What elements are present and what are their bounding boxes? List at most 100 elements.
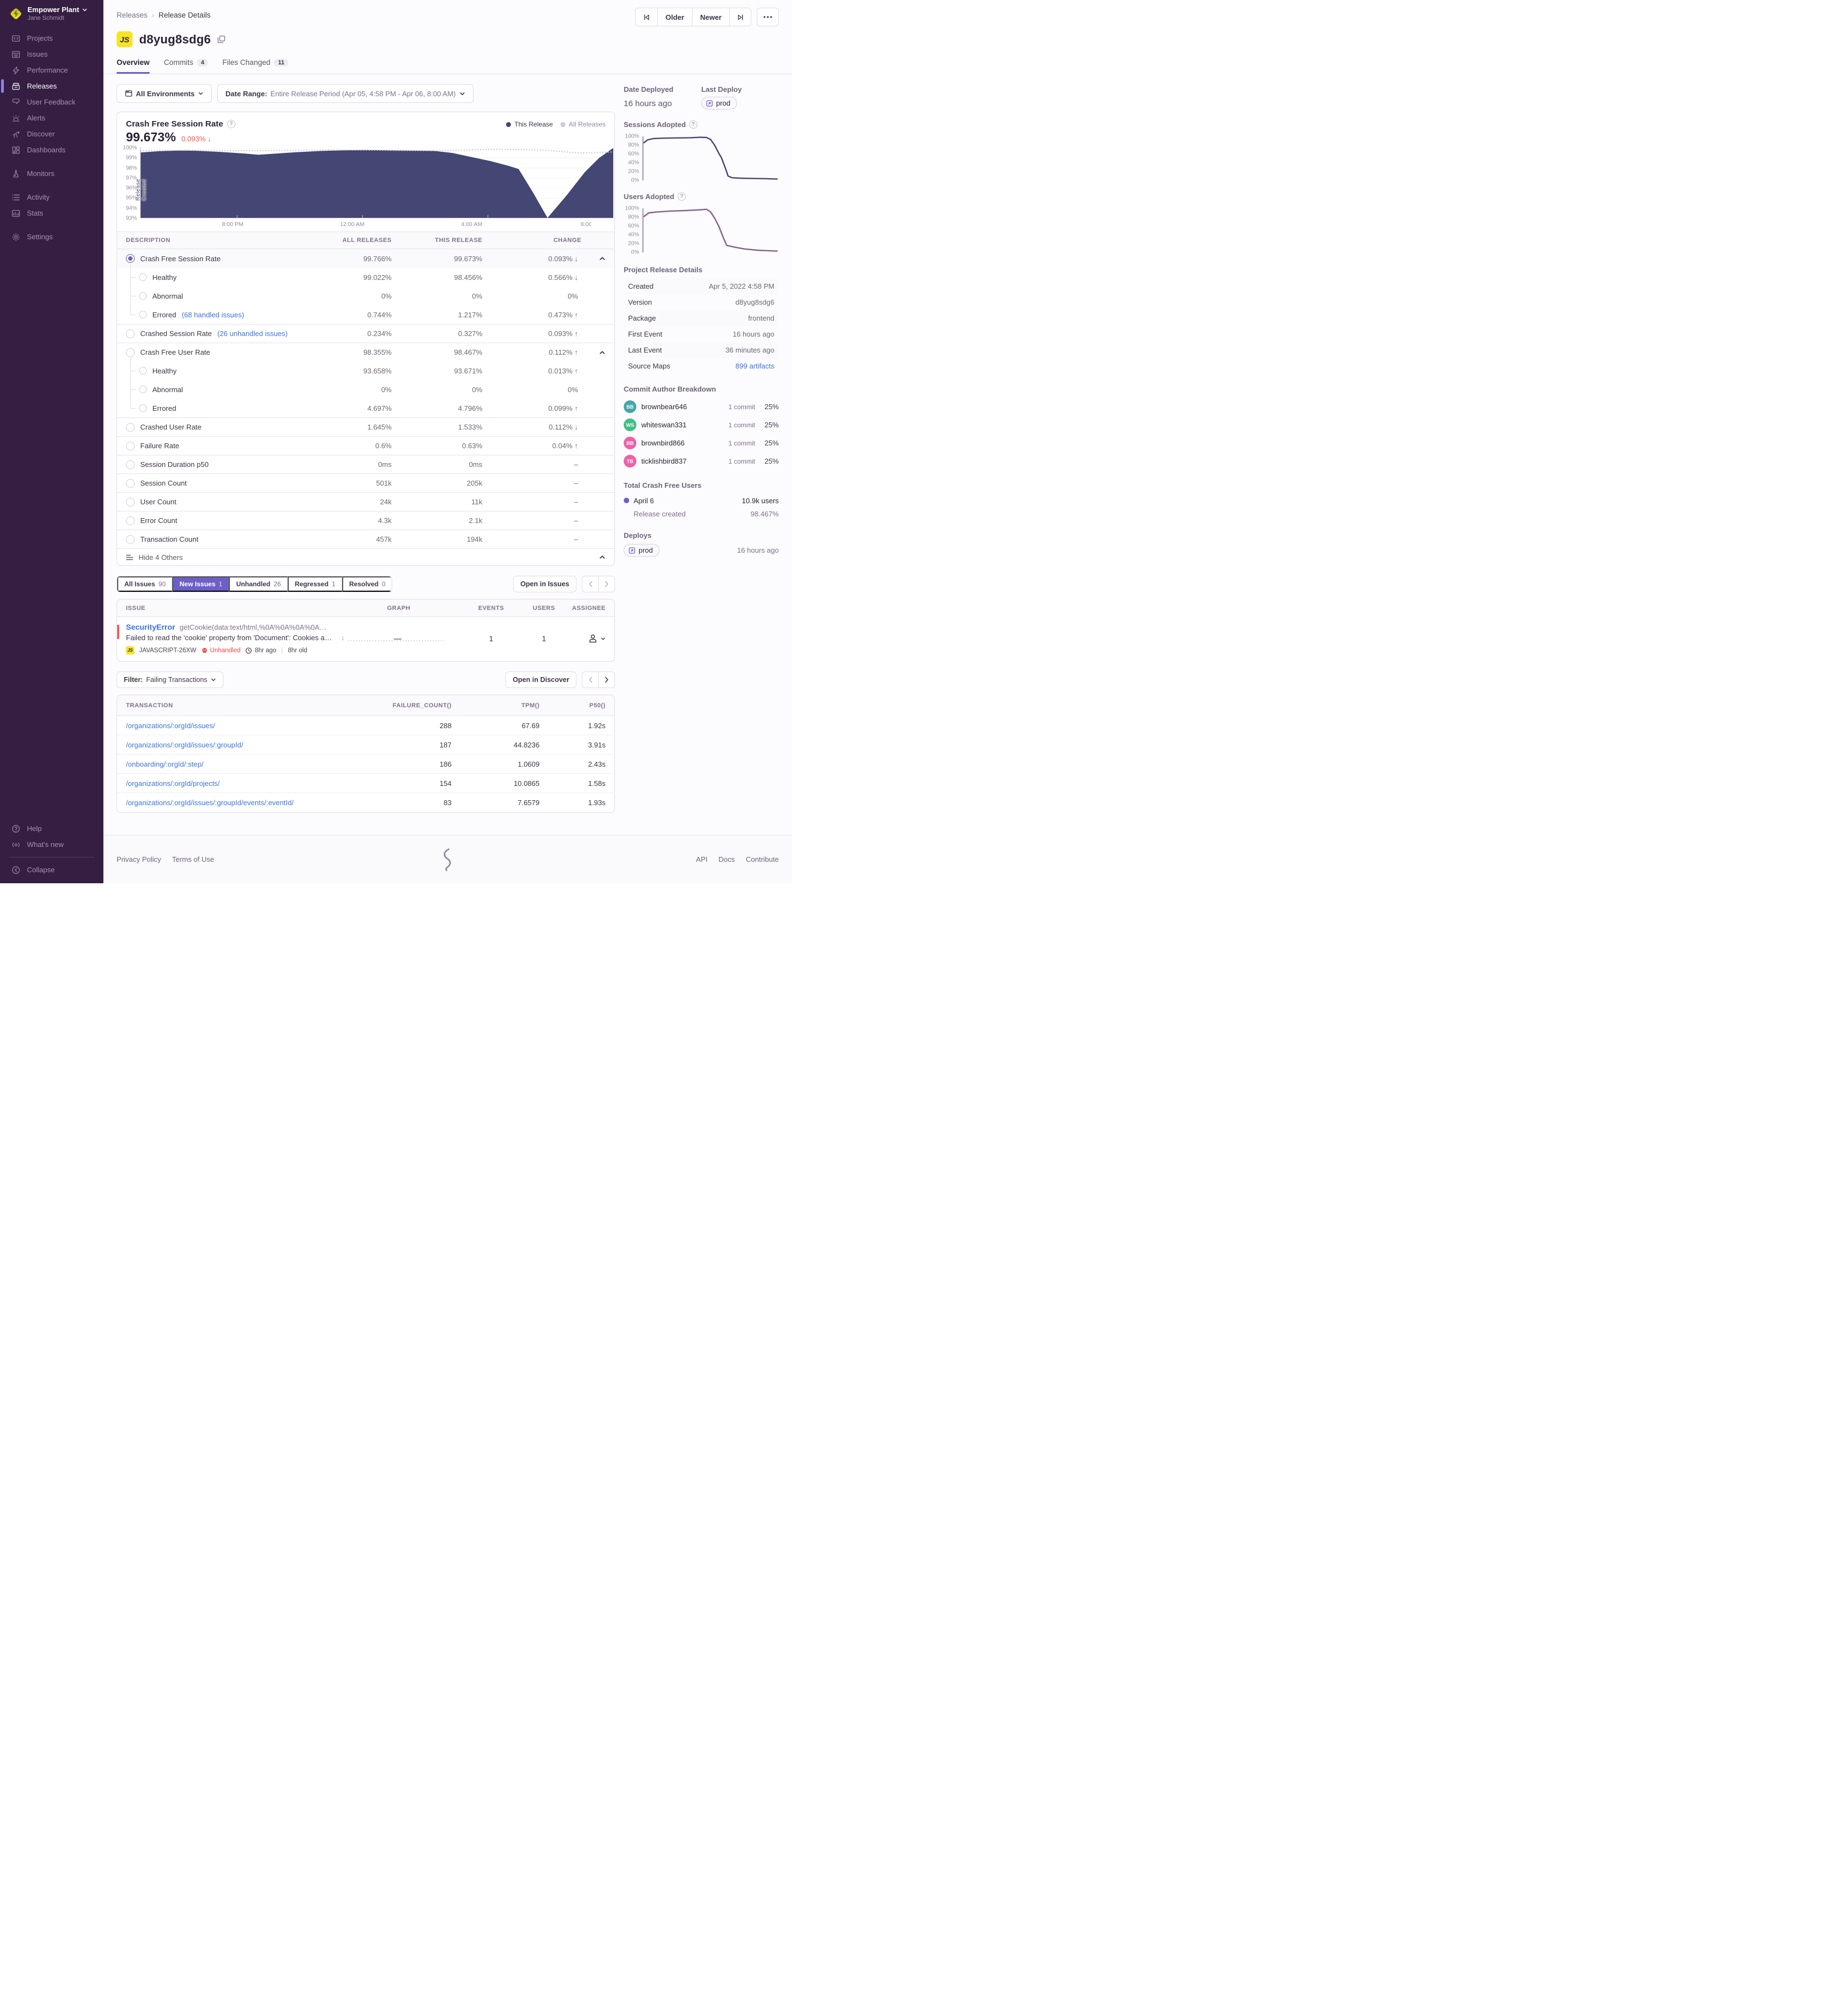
projects-icon [12,35,20,42]
sidebar-item-performance[interactable]: Performance [0,62,103,78]
area-chart [140,148,613,218]
issues-prev-button[interactable] [582,576,598,592]
tab-overview[interactable]: Overview [117,58,150,74]
legend-item-this-release[interactable]: This Release [506,120,553,128]
sidebar-item-releases[interactable]: Releases [0,78,103,94]
metric-radio[interactable] [139,386,147,393]
metric-radio[interactable] [126,254,135,263]
issues-tab-regressed[interactable]: Regressed 1 [287,576,342,592]
sidebar-item-help[interactable]: Help [0,821,103,837]
issue-filter-tabs: All Issues 90 New Issues 1 Unhandled 26 Regres… [117,576,392,592]
copy-icon[interactable] [217,35,226,43]
this-release-value: 0.63% [462,442,482,450]
issues-tab-unhandled[interactable]: Unhandled 26 [229,576,288,592]
issue-title-link[interactable]: SecurityError [126,623,175,631]
sidebar-item-user-feedback[interactable]: User Feedback [0,94,103,110]
sidebar-item-monitors[interactable]: Monitors [0,166,103,181]
sidebar-item-stats[interactable]: Stats [0,205,103,221]
metric-radio[interactable] [139,404,147,412]
footer-link-contribute[interactable]: Contribute [746,855,779,863]
sidebar-item-label: Help [27,824,42,833]
sidebar-item-label: Collapse [27,866,55,874]
metric-radio[interactable] [139,367,147,375]
footer-link-privacy-policy[interactable]: Privacy Policy [117,855,161,863]
y-axis-tick: 99% [125,155,137,161]
date-range-select[interactable]: Date Range: Entire Release Period (Apr 0… [217,84,474,103]
collapse-icon [12,866,20,874]
transaction-link[interactable]: /organizations/:orgId/issues/:groupId/ev… [126,799,358,807]
tab-commits[interactable]: Commits 4 [164,58,208,74]
transaction-link[interactable]: /onboarding/:orgId/:step/ [126,760,358,768]
sidebar-item-projects[interactable]: Projects [0,30,103,46]
org-switcher[interactable]: Empower Plant Jane Schmidt [0,0,103,30]
footer-link-api[interactable]: API [696,855,707,863]
footer-link-docs[interactable]: Docs [718,855,735,863]
transaction-filter-select[interactable]: Filter: Failing Transactions [117,672,223,688]
help-tooltip-icon[interactable]: ? [689,120,697,129]
help-tooltip-icon[interactable]: ? [227,120,235,128]
detail-value: frontend [748,314,774,322]
commit-author-row: WS whiteswan331 1 commit 25% [624,416,779,434]
y-axis-tick: 100% [625,205,639,212]
metric-radio[interactable] [126,460,135,469]
issues-tab-new-issues[interactable]: New Issues 1 [172,576,229,592]
skip-to-first-button[interactable] [635,8,657,26]
skip-to-last-button[interactable] [729,8,751,26]
transactions-card: Transaction FAILURE_COUNT() TPM() P50() /or… [117,695,615,813]
sidebar-item-issues[interactable]: Issues [0,46,103,62]
sidebar-item-collapse[interactable]: Collapse [0,862,103,878]
issues-tab-all-issues[interactable]: All Issues 90 [117,576,173,592]
sidebar-item-alerts[interactable]: Alerts [0,110,103,126]
transaction-link[interactable]: /organizations/:orgId/issues/:groupId/ [126,741,358,749]
metric-radio[interactable] [126,329,135,338]
metric-issues-link[interactable]: (68 handled issues) [182,311,244,319]
legend-item-all-releases[interactable]: All Releases [560,120,606,128]
metric-radio[interactable] [126,497,135,507]
transactions-prev-button[interactable] [582,672,598,688]
metrics-row: Failure Rate 0.6% 0.63% 0.04% ↑ [117,436,614,455]
transaction-link[interactable]: /organizations/:orgId/issues/ [126,722,358,730]
hide-others-toggle[interactable]: Hide 4 Others [117,548,614,565]
sidebar-item-what-s-new[interactable]: What's new [0,837,103,852]
x-axis-tick: 8:00 AM [580,221,591,228]
open-in-issues-button[interactable]: Open in Issues [513,576,576,592]
older-button[interactable]: Older [657,8,692,26]
crash-free-date: April 6 [634,496,654,505]
metric-radio[interactable] [139,311,147,318]
footer-link-terms-of-use[interactable]: Terms of Use [172,855,215,863]
deploy-badge-prod[interactable]: prod [701,97,738,109]
newer-button[interactable]: Newer [691,8,729,26]
metric-radio[interactable] [126,516,135,525]
metric-radio[interactable] [139,273,147,281]
metrics-row: Errored 4.697% 4.796% 0.099% ↑ [117,394,614,417]
assignee-selector[interactable] [570,633,606,644]
transactions-next-button[interactable] [598,672,615,688]
sidebar-item-activity[interactable]: Activity [0,189,103,205]
issues-next-button[interactable] [598,576,615,592]
metric-issues-link[interactable]: (26 unhandled issues) [217,329,288,338]
sentry-logo-icon[interactable] [439,848,456,871]
help-tooltip-icon[interactable]: ? [677,192,686,201]
transaction-link[interactable]: /organizations/:orgId/projects/ [126,779,358,788]
metric-expander[interactable] [581,349,606,356]
sidebar-item-discover[interactable]: Discover [0,126,103,142]
metric-radio[interactable] [126,348,135,357]
metric-radio[interactable] [126,441,135,450]
open-in-discover-button[interactable]: Open in Discover [505,672,576,688]
metric-radio[interactable] [126,478,135,488]
sidebar-item-settings[interactable]: Settings [0,229,103,245]
metric-label: Crash Free User Rate [140,348,211,356]
sidebar-item-dashboards[interactable]: Dashboards [0,142,103,158]
detail-value[interactable]: 899 artifacts [735,362,774,370]
deploy-badge-prod[interactable]: prod [624,544,660,557]
metric-radio[interactable] [126,422,135,432]
tab-files-changed[interactable]: Files Changed 11 [222,58,289,74]
more-actions-button[interactable] [757,8,779,26]
project-detail-row: Version d8yug8sdg6 [624,294,779,310]
issues-tab-resolved[interactable]: Resolved 0 [342,576,392,592]
environment-select[interactable]: All Environments [117,84,212,103]
metric-radio[interactable] [126,535,135,544]
metric-radio[interactable] [139,292,147,300]
breadcrumb-releases[interactable]: Releases [117,11,147,19]
metric-expander[interactable] [581,255,606,262]
